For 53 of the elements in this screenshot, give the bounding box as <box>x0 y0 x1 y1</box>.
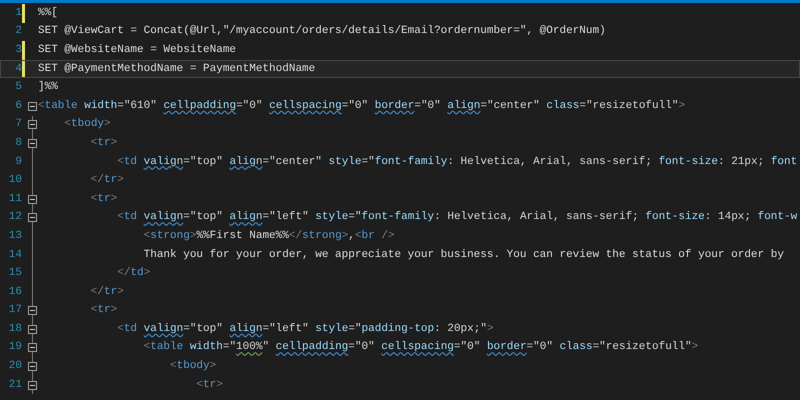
line-number: 18 <box>8 324 22 335</box>
line-number: 3 <box>14 44 22 56</box>
code-line: SET @WebsiteName = WebsiteName <box>38 44 236 56</box>
collapse-icon[interactable] <box>28 213 37 222</box>
collapse-icon[interactable] <box>28 120 37 130</box>
line-number: 19 <box>8 342 22 354</box>
line-number: 4 <box>14 64 22 75</box>
collapse-icon[interactable] <box>28 138 37 148</box>
code-line: <strong>%%First Name%%</strong>,<br /> <box>142 230 395 242</box>
line-number: 10 <box>8 175 22 186</box>
line-number: 11 <box>8 194 22 205</box>
line-number: 2 <box>14 26 22 38</box>
code-line: Thank you for your order, we appreciate your business. You can review the status of your order by <box>142 250 784 261</box>
collapse-icon[interactable] <box>28 194 37 204</box>
collapse-icon[interactable] <box>28 362 37 372</box>
line-number: 9 <box>14 156 22 168</box>
line-number: 1 <box>14 8 22 19</box>
line-number: 7 <box>14 119 22 130</box>
code-line: </tr> <box>90 286 124 298</box>
line-number: 17 <box>8 305 22 316</box>
line-number: 6 <box>14 100 22 112</box>
collapse-icon[interactable] <box>28 380 37 390</box>
code-line: <table width="100%" cellpadding="0" cellspacing="0" border="0" class="resizetofull"> <box>142 342 698 354</box>
code-line: SET @ViewCart = Concat(@Url,"/myaccount/orders/details/Email?ordernumber=", @OrderNum) <box>38 26 606 38</box>
code-line: <tr> <box>195 380 223 391</box>
code-line: <tbody> <box>169 361 216 372</box>
collapse-icon[interactable] <box>28 102 37 111</box>
line-number: 16 <box>8 286 22 298</box>
line-number: 5 <box>14 82 22 94</box>
code-line: <td valign="top" align="left" style="padding-top: 20px;"> <box>116 324 494 335</box>
line-number: 8 <box>14 138 22 149</box>
code-line: <tr> <box>90 138 118 149</box>
code-line: <tr> <box>90 194 118 205</box>
code-line: </td> <box>116 268 150 280</box>
line-number: 15 <box>8 268 22 280</box>
code-line: <td valign="top" align="left" style="font-family: Helvetica, Arial, sans-serif; font-size: 14px; font-w <box>116 212 798 224</box>
code-line: <table width="610" cellpadding="0" cellspacing="0" border="0" align="center" class="resizetofull"> <box>38 100 686 112</box>
collapse-icon[interactable] <box>28 343 37 352</box>
line-number: 13 <box>8 230 22 242</box>
code-line: ]%% <box>38 82 58 94</box>
line-number: 14 <box>8 250 22 261</box>
code-line: SET @PaymentMethodName = PaymentMethodName <box>38 64 316 75</box>
line-number: 12 <box>8 212 22 224</box>
line-number: 21 <box>8 380 22 391</box>
code-line: </tr> <box>90 175 124 186</box>
code-line: <td valign="top" align="center" style="font-family: Helvetica, Arial, sans-serif; font-size: 21px; font <box>116 156 798 168</box>
code-line: <tr> <box>90 305 118 316</box>
change-marker <box>22 4 25 23</box>
code-line: <tbody> <box>63 119 111 130</box>
line-number: 20 <box>8 361 22 372</box>
collapse-icon[interactable] <box>28 324 37 334</box>
code-line: %%[ <box>38 8 58 19</box>
collapse-icon[interactable] <box>28 306 37 316</box>
